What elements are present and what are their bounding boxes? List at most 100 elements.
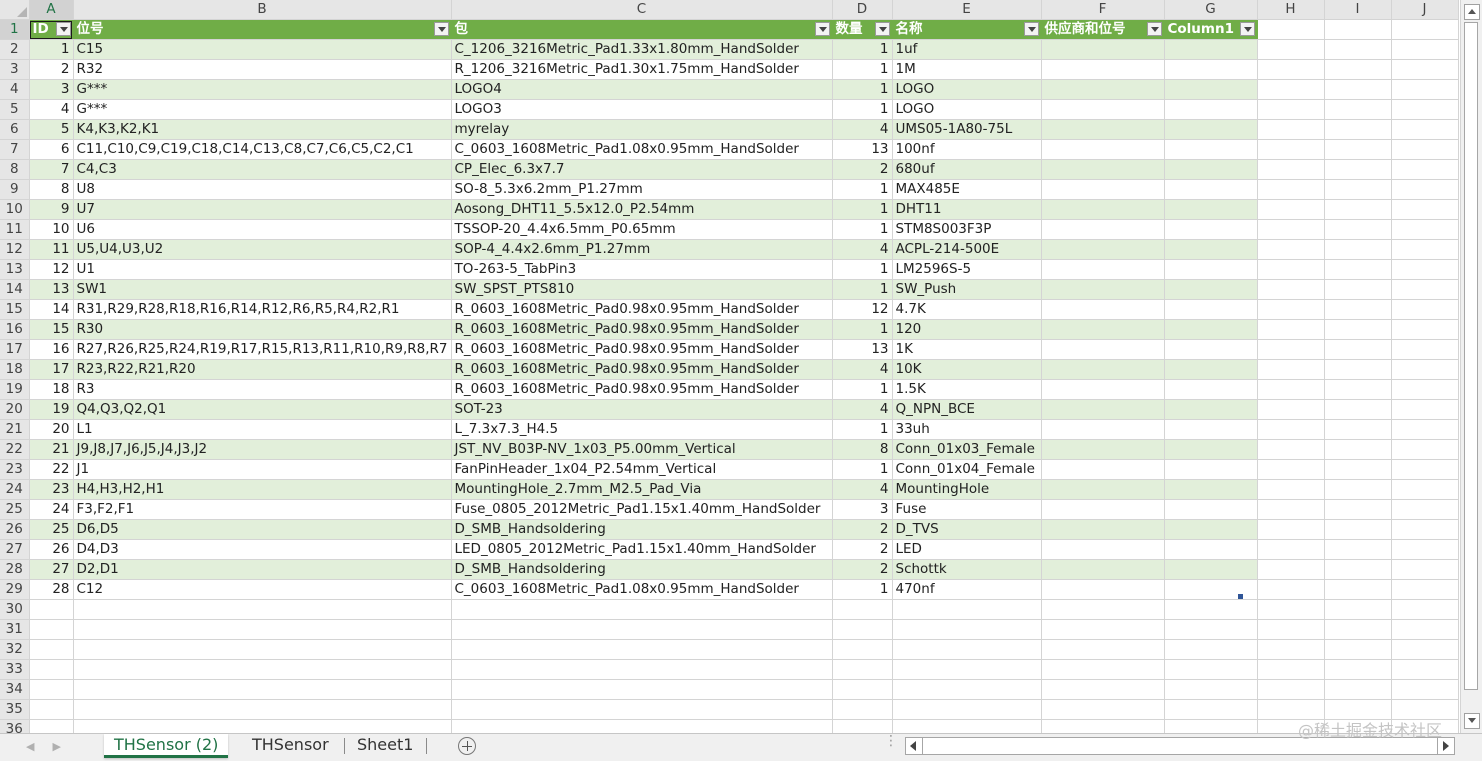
table-cell[interactable]: D_TVS	[892, 519, 1042, 540]
empty-cell[interactable]	[1257, 439, 1325, 460]
table-cell[interactable]: U1	[73, 259, 452, 280]
empty-cell[interactable]	[451, 719, 833, 733]
empty-cell[interactable]	[1164, 599, 1258, 620]
column-header-g[interactable]: G	[1164, 0, 1258, 20]
empty-cell[interactable]	[1164, 639, 1258, 660]
empty-cell[interactable]	[1324, 599, 1392, 620]
table-cell[interactable]: SW_Push	[892, 279, 1042, 300]
empty-cell[interactable]	[1391, 479, 1459, 500]
table-cell[interactable]: U5,U4,U3,U2	[73, 239, 452, 260]
row-header[interactable]: 25	[0, 499, 30, 520]
table-cell[interactable]: SOP-4_4.4x2.6mm_P1.27mm	[451, 239, 833, 260]
empty-cell[interactable]	[1391, 459, 1459, 480]
empty-cell[interactable]	[832, 639, 893, 660]
empty-cell[interactable]	[1257, 139, 1325, 160]
filter-dropdown-icon[interactable]	[1023, 22, 1039, 36]
table-cell[interactable]	[1041, 559, 1165, 580]
table-cell[interactable]	[1041, 279, 1165, 300]
table-cell[interactable]: 1	[832, 99, 893, 120]
table-cell[interactable]: D_SMB_Handsoldering	[451, 559, 833, 580]
table-cell[interactable]: DHT11	[892, 199, 1042, 220]
table-cell[interactable]	[1041, 499, 1165, 520]
empty-cell[interactable]	[1324, 379, 1392, 400]
empty-cell[interactable]	[892, 619, 1042, 640]
table-cell[interactable]: STM8S003F3P	[892, 219, 1042, 240]
empty-cell[interactable]	[1324, 79, 1392, 100]
table-cell[interactable]: C11,C10,C9,C19,C18,C14,C13,C8,C7,C6,C5,C…	[73, 139, 452, 160]
table-cell[interactable]	[1041, 579, 1165, 600]
table-cell[interactable]: 4	[832, 399, 893, 420]
empty-cell[interactable]	[1391, 179, 1459, 200]
empty-cell[interactable]	[451, 599, 833, 620]
empty-cell[interactable]	[1257, 19, 1325, 40]
empty-cell[interactable]	[1324, 339, 1392, 360]
empty-cell[interactable]	[1391, 379, 1459, 400]
empty-cell[interactable]	[73, 619, 452, 640]
empty-cell[interactable]	[1391, 339, 1459, 360]
table-header-cell[interactable]: Column1	[1164, 19, 1258, 40]
table-cell[interactable]: 8	[832, 439, 893, 460]
empty-cell[interactable]	[1257, 99, 1325, 120]
table-cell[interactable]: 120	[892, 319, 1042, 340]
empty-cell[interactable]	[29, 679, 74, 700]
empty-cell[interactable]	[1041, 679, 1165, 700]
row-header[interactable]: 8	[0, 159, 30, 180]
table-cell[interactable]: MountingHole_2.7mm_M2.5_Pad_Via	[451, 479, 833, 500]
table-cell[interactable]: Conn_01x03_Female	[892, 439, 1042, 460]
table-cell[interactable]: R31,R29,R28,R18,R16,R14,R12,R6,R5,R4,R2,…	[73, 299, 452, 320]
table-cell[interactable]: R3	[73, 379, 452, 400]
table-cell[interactable]: R30	[73, 319, 452, 340]
empty-cell[interactable]	[1391, 499, 1459, 520]
table-cell[interactable]: 9	[29, 199, 74, 220]
empty-cell[interactable]	[73, 659, 452, 680]
table-cell[interactable]	[1164, 219, 1258, 240]
empty-cell[interactable]	[29, 699, 74, 720]
table-cell[interactable]: 17	[29, 359, 74, 380]
column-header-e[interactable]: E	[892, 0, 1042, 20]
table-cell[interactable]: 1	[832, 419, 893, 440]
empty-cell[interactable]	[1391, 399, 1459, 420]
table-cell[interactable]	[1164, 439, 1258, 460]
table-cell[interactable]	[1041, 39, 1165, 60]
table-cell[interactable]: Conn_01x04_Female	[892, 459, 1042, 480]
table-cell[interactable]	[1164, 259, 1258, 280]
table-cell[interactable]: 13	[29, 279, 74, 300]
table-cell[interactable]	[1164, 339, 1258, 360]
table-cell[interactable]: ACPL-214-500E	[892, 239, 1042, 260]
empty-cell[interactable]	[1391, 79, 1459, 100]
table-cell[interactable]: 12	[29, 259, 74, 280]
table-cell[interactable]: LOGO	[892, 99, 1042, 120]
empty-cell[interactable]	[1257, 459, 1325, 480]
empty-cell[interactable]	[1324, 239, 1392, 260]
row-header[interactable]: 6	[0, 119, 30, 140]
empty-cell[interactable]	[451, 699, 833, 720]
empty-cell[interactable]	[1324, 59, 1392, 80]
empty-cell[interactable]	[892, 719, 1042, 733]
empty-cell[interactable]	[1324, 679, 1392, 700]
table-cell[interactable]: 1	[29, 39, 74, 60]
row-header[interactable]: 31	[0, 619, 30, 640]
table-cell[interactable]	[1164, 159, 1258, 180]
empty-cell[interactable]	[1324, 479, 1392, 500]
sheet-tab-thsensor-2[interactable]: THSensor (2)	[104, 734, 229, 758]
table-cell[interactable]: R_0603_1608Metric_Pad0.98x0.95mm_HandSol…	[451, 339, 833, 360]
table-header-cell[interactable]: ID	[29, 19, 74, 40]
table-cell[interactable]	[1164, 559, 1258, 580]
empty-cell[interactable]	[1391, 579, 1459, 600]
empty-cell[interactable]	[1324, 199, 1392, 220]
table-cell[interactable]	[1041, 379, 1165, 400]
table-cell[interactable]	[1041, 59, 1165, 80]
empty-cell[interactable]	[1257, 539, 1325, 560]
column-header-a[interactable]: A	[29, 0, 74, 20]
table-cell[interactable]: FanPinHeader_1x04_P2.54mm_Vertical	[451, 459, 833, 480]
table-cell[interactable]: 1K	[892, 339, 1042, 360]
empty-cell[interactable]	[1257, 39, 1325, 60]
row-header[interactable]: 19	[0, 379, 30, 400]
empty-cell[interactable]	[892, 639, 1042, 660]
empty-cell[interactable]	[1257, 519, 1325, 540]
empty-cell[interactable]	[1391, 619, 1459, 640]
filter-dropdown-icon[interactable]	[1239, 22, 1255, 36]
empty-cell[interactable]	[73, 699, 452, 720]
horizontal-scroll-thumb[interactable]	[924, 739, 1434, 753]
empty-cell[interactable]	[1324, 159, 1392, 180]
